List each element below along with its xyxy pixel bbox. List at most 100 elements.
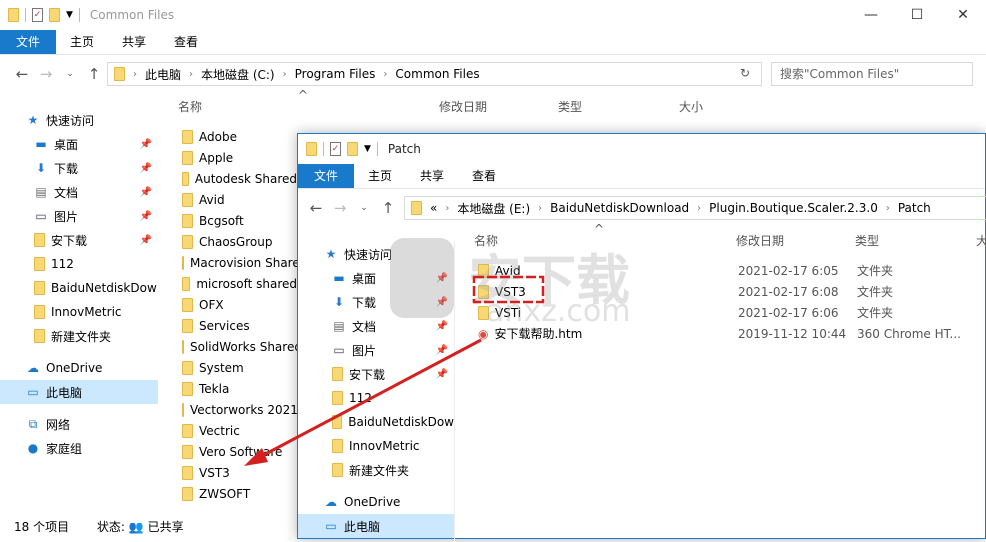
sidebar-item[interactable]: 新建文件夹 <box>0 324 158 348</box>
pin-icon[interactable]: 📌 <box>436 273 448 284</box>
file-row[interactable]: microsoft shared <box>182 273 297 294</box>
file-row[interactable]: Services <box>182 315 297 336</box>
pin-icon[interactable]: 📌 <box>140 211 152 222</box>
back-arrow-icon[interactable]: ← <box>10 65 34 83</box>
sidebar-item[interactable]: ▤ 文档 📌 <box>298 314 454 338</box>
file-row[interactable]: VST3 <box>478 281 526 302</box>
sidebar-item[interactable]: BaiduNetdiskDow <box>298 410 454 434</box>
sidebar-item[interactable]: ★ 快速访问 <box>0 108 158 132</box>
file-row[interactable]: System <box>182 357 297 378</box>
file-row[interactable]: Avid <box>478 260 521 281</box>
close-button[interactable]: ✕ <box>940 0 986 30</box>
column-header[interactable]: 修改日期 <box>736 232 784 249</box>
ribbon-tab[interactable]: 共享 <box>406 164 458 188</box>
file-row[interactable]: ChaosGroup <box>182 231 297 252</box>
ribbon-tab[interactable]: 查看 <box>458 164 510 188</box>
address-bar[interactable]: « › 本地磁盘 (E:) › BaiduNetdiskDownload › Plugin.… <box>404 196 986 220</box>
pin-icon[interactable]: 📌 <box>140 235 152 246</box>
sidebar-item[interactable]: ● 家庭组 <box>0 436 158 460</box>
sidebar-item[interactable]: 安下载 📌 <box>0 228 158 252</box>
file-row[interactable]: VST3 <box>182 462 297 483</box>
sidebar-item[interactable]: InnovMetric <box>298 434 454 458</box>
sidebar-item[interactable]: ☁ OneDrive <box>298 490 454 514</box>
column-header[interactable]: 大 <box>976 232 986 249</box>
maximize-button[interactable]: ☐ <box>894 0 940 30</box>
sidebar-item[interactable]: InnovMetric <box>0 300 158 324</box>
pin-icon[interactable]: 📌 <box>140 139 152 150</box>
chevron-down-icon[interactable]: ▼ <box>66 10 73 20</box>
sidebar-item[interactable]: ▬ 桌面 📌 <box>298 266 454 290</box>
sidebar-item[interactable]: 新建文件夹 <box>298 458 454 482</box>
sidebar-item[interactable]: ⬇ 下载 📌 <box>0 156 158 180</box>
sidebar-item[interactable]: ☁ OneDrive <box>0 356 158 380</box>
file-row[interactable]: SolidWorks Shared <box>182 336 297 357</box>
breadcrumb-item[interactable]: 此电脑 <box>145 66 181 83</box>
breadcrumb-item[interactable]: Common Files <box>395 67 479 81</box>
properties-icon[interactable]: ✓ <box>32 8 43 22</box>
breadcrumb-item[interactable]: Patch <box>898 201 931 215</box>
pin-icon[interactable]: 📌 <box>140 187 152 198</box>
file-row[interactable]: ◉ 安下载帮助.htm <box>478 323 582 344</box>
back-arrow-icon[interactable]: ← <box>304 199 328 217</box>
forward-arrow-icon[interactable]: → <box>328 199 352 217</box>
pin-icon[interactable]: 📌 <box>436 369 448 380</box>
pin-icon[interactable]: 📌 <box>436 321 448 332</box>
sidebar-item[interactable]: 112 <box>0 252 158 276</box>
sidebar-item[interactable]: ⬇ 下载 📌 <box>298 290 454 314</box>
sidebar-item[interactable]: ▤ 文档 📌 <box>0 180 158 204</box>
chevron-down-icon[interactable]: ⌄ <box>352 203 376 213</box>
sidebar-item[interactable]: ▭ 图片 📌 <box>298 338 454 362</box>
file-row[interactable]: Vectric <box>182 420 297 441</box>
pin-icon[interactable]: 📌 <box>436 345 448 356</box>
breadcrumb-item[interactable]: « <box>430 201 437 215</box>
file-row[interactable]: ZWSOFT <box>182 483 297 504</box>
breadcrumb-item[interactable]: Plugin.Boutique.Scaler.2.3.0 <box>709 201 878 215</box>
pin-icon[interactable]: 📌 <box>436 297 448 308</box>
column-header[interactable]: 类型 <box>558 98 582 115</box>
file-row[interactable]: Apple <box>182 147 297 168</box>
column-header[interactable]: 名称 <box>474 232 498 249</box>
file-row[interactable]: VSTi <box>478 302 521 323</box>
ribbon-tab[interactable]: 查看 <box>160 30 212 54</box>
up-arrow-icon[interactable]: ↑ <box>82 65 106 83</box>
sidebar-item[interactable]: ▭ 此电脑 <box>0 380 158 404</box>
ribbon-tab[interactable]: 主页 <box>56 30 108 54</box>
column-header[interactable]: 类型 <box>855 232 879 249</box>
search-input[interactable]: 搜索"Common Files" <box>771 62 973 86</box>
ribbon-tab[interactable]: 共享 <box>108 30 160 54</box>
sidebar-item[interactable]: 安下载 📌 <box>298 362 454 386</box>
sidebar-item[interactable]: ▭ 此电脑 <box>298 514 454 538</box>
properties-icon[interactable]: ✓ <box>330 142 341 156</box>
new-folder-icon[interactable] <box>49 8 60 22</box>
file-row[interactable]: Autodesk Shared <box>182 168 297 189</box>
column-header[interactable]: 修改日期 <box>439 98 487 115</box>
file-row[interactable]: Vero Software <box>182 441 297 462</box>
file-row[interactable]: Tekla <box>182 378 297 399</box>
sidebar-item[interactable]: 112 <box>298 386 454 410</box>
file-row[interactable]: Macrovision Shared <box>182 252 297 273</box>
address-bar[interactable]: › 此电脑 › 本地磁盘 (C:) › Program Files › Common File… <box>107 62 762 86</box>
ribbon-tab[interactable]: 文件 <box>0 30 57 54</box>
ribbon-tab[interactable]: 文件 <box>298 164 355 188</box>
file-row[interactable]: OFX <box>182 294 297 315</box>
breadcrumb-item[interactable]: 本地磁盘 (C:) <box>201 66 275 83</box>
refresh-icon[interactable]: ↻ <box>740 66 750 80</box>
minimize-button[interactable]: — <box>848 0 894 30</box>
column-header[interactable]: 名称 <box>178 98 202 115</box>
sidebar-item[interactable]: ▬ 桌面 📌 <box>0 132 158 156</box>
up-arrow-icon[interactable]: ↑ <box>376 199 400 217</box>
sidebar-item[interactable]: ⧉ 网络 <box>0 412 158 436</box>
breadcrumb-item[interactable]: 本地磁盘 (E:) <box>457 200 530 217</box>
file-row[interactable]: Vectorworks 2021 <box>182 399 297 420</box>
sidebar-item[interactable]: ▭ 图片 📌 <box>0 204 158 228</box>
file-row[interactable]: Avid <box>182 189 297 210</box>
sidebar-item[interactable]: BaiduNetdiskDow <box>0 276 158 300</box>
file-row[interactable]: Bcgsoft <box>182 210 297 231</box>
chevron-down-icon[interactable]: ▼ <box>364 144 371 154</box>
breadcrumb-item[interactable]: BaiduNetdiskDownload <box>550 201 689 215</box>
chevron-down-icon[interactable]: ⌄ <box>58 69 82 79</box>
pin-icon[interactable]: 📌 <box>140 163 152 174</box>
ribbon-tab[interactable]: 主页 <box>354 164 406 188</box>
file-row[interactable]: Adobe <box>182 126 297 147</box>
new-folder-icon[interactable] <box>347 142 358 156</box>
